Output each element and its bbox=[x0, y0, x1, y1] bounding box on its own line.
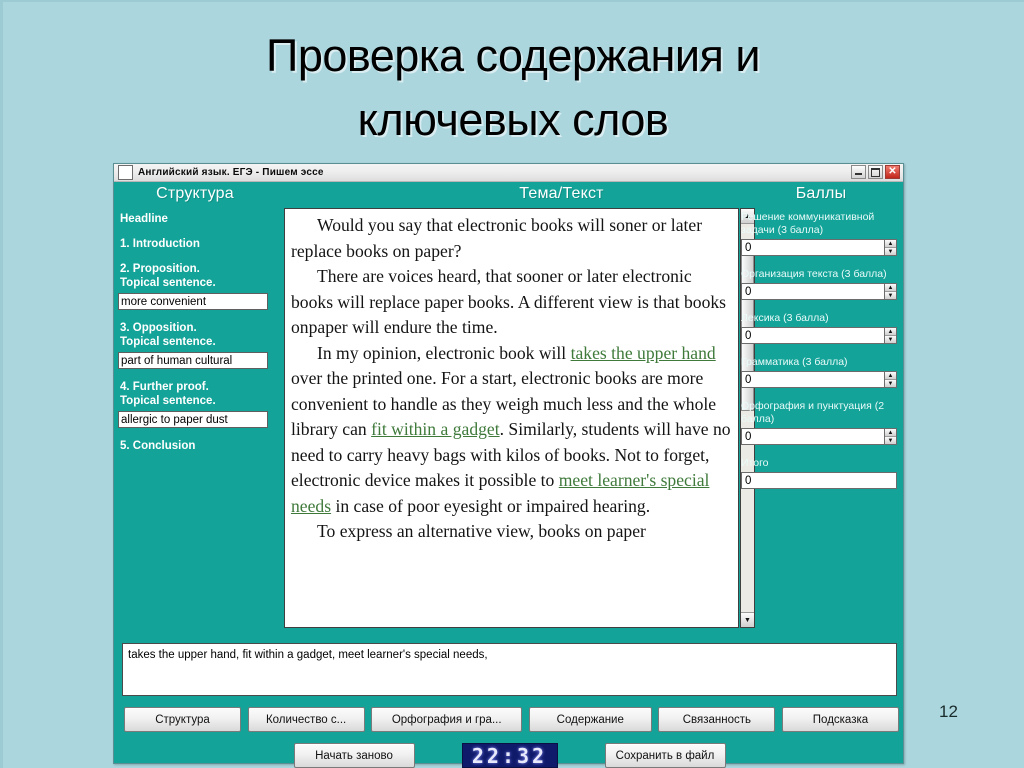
structure-check-button[interactable]: Структура bbox=[124, 707, 241, 732]
window-controls: ✕ bbox=[851, 165, 900, 179]
app-icon bbox=[118, 165, 133, 180]
spinner-spelling-punctuation[interactable]: ▲ ▼ bbox=[884, 428, 897, 445]
structure-header: Структура bbox=[156, 185, 234, 202]
minimize-icon bbox=[852, 166, 865, 178]
score-input-spelling-punctuation[interactable]: 0 bbox=[741, 428, 884, 445]
window-titlebar: Английский язык. ЕГЭ - Пишем эссе ✕ bbox=[114, 164, 903, 182]
essay-paragraph: To express an alternative view, books on… bbox=[291, 519, 732, 545]
structure-item-headline: Headline bbox=[120, 213, 168, 225]
essay-text-run: In my opinion, electronic book will bbox=[317, 342, 571, 363]
application-window: Английский язык. ЕГЭ - Пишем эссе ✕ Стру… bbox=[113, 163, 905, 768]
structure-item-opposition-sub: Topical sentence. bbox=[120, 336, 216, 348]
structure-item-proposition-sub: Topical sentence. bbox=[120, 277, 216, 289]
coherence-button[interactable]: Связанность bbox=[658, 707, 776, 732]
spinner-down-icon[interactable]: ▼ bbox=[885, 292, 896, 299]
page-title-line-2: ключевых слов bbox=[357, 93, 669, 145]
slide-page-number: 12 bbox=[939, 702, 958, 721]
word-count-button[interactable]: Количество с... bbox=[247, 707, 365, 732]
score-label-text-organization: Организация текста (3 балла) bbox=[741, 268, 887, 280]
essay-paragraph: Would you say that electronic books will… bbox=[291, 213, 732, 264]
essay-text-run: in case of poor eyesight or impaired hea… bbox=[331, 495, 651, 516]
spinner-up-icon[interactable]: ▲ bbox=[885, 240, 896, 248]
score-label-total: Итого bbox=[741, 457, 769, 469]
slide-frame: Проверка содержания и ключевых слов 12 А… bbox=[0, 0, 1024, 768]
spelling-grammar-button[interactable]: Орфография и гра... bbox=[371, 707, 523, 732]
page-title-line-1: Проверка содержания и bbox=[265, 30, 761, 81]
structure-item-opposition: 3. Opposition. bbox=[120, 322, 197, 334]
spinner-up-icon[interactable]: ▲ bbox=[885, 284, 896, 292]
score-row-spelling-punctuation: 0 ▲ ▼ bbox=[741, 428, 897, 445]
content-button[interactable]: Содержание bbox=[528, 707, 652, 732]
scores-panel: Баллы Решение коммуникативной задачи (3 … bbox=[737, 182, 905, 637]
toolbar-secondary: Начать заново 22:32 Сохранить в файл bbox=[114, 743, 905, 768]
score-row-total: 0 bbox=[741, 472, 897, 489]
structure-item-conclusion: 5. Conclusion bbox=[120, 440, 196, 452]
score-label-communicative-task: Решение коммуникативной задачи (3 балла) bbox=[741, 211, 875, 236]
essay-text-run: Would you say that electronic books will… bbox=[291, 215, 703, 261]
window-title: Английский язык. ЕГЭ - Пишем эссе bbox=[138, 167, 324, 178]
window-body: Структура Headline 1. Introduction 2. Pr… bbox=[114, 182, 905, 768]
spinner-up-icon[interactable]: ▲ bbox=[885, 328, 896, 336]
close-button[interactable]: ✕ bbox=[885, 165, 900, 179]
spinner-down-icon[interactable]: ▼ bbox=[885, 380, 896, 387]
structure-item-further-proof: 4. Further proof. bbox=[120, 381, 209, 393]
score-input-grammar[interactable]: 0 bbox=[741, 371, 884, 388]
essay-textarea[interactable]: Would you say that electronic books will… bbox=[284, 208, 739, 628]
proposition-keyword-input[interactable]: more convenient bbox=[118, 293, 268, 310]
essay-paragraph: There are voices heard, that sooner or l… bbox=[291, 264, 732, 341]
score-row-communicative-task: 0 ▲ ▼ bbox=[741, 239, 897, 256]
score-input-lexis[interactable]: 0 bbox=[741, 327, 884, 344]
page-title: Проверка содержания и ключевых слов bbox=[63, 24, 963, 152]
spinner-up-icon[interactable]: ▲ bbox=[885, 372, 896, 380]
hint-button[interactable]: Подсказка bbox=[781, 707, 899, 732]
structure-item-further-proof-sub: Topical sentence. bbox=[120, 395, 216, 407]
structure-panel: Структура Headline 1. Introduction 2. Pr… bbox=[114, 182, 276, 637]
spinner-grammar[interactable]: ▲ ▼ bbox=[884, 371, 897, 388]
score-label-spelling-punctuation: Орфография и пунктуация (2 балла) bbox=[741, 400, 885, 425]
spinner-up-icon[interactable]: ▲ bbox=[885, 429, 896, 437]
essay-text-run: To express an alternative view, books on… bbox=[317, 521, 646, 541]
spinner-down-icon[interactable]: ▼ bbox=[885, 248, 896, 255]
score-input-communicative-task[interactable]: 0 bbox=[741, 239, 884, 256]
score-input-text-organization[interactable]: 0 bbox=[741, 283, 884, 300]
structure-item-introduction: 1. Introduction bbox=[120, 238, 200, 250]
score-row-text-organization: 0 ▲ ▼ bbox=[741, 283, 897, 300]
essay-keyword-highlight[interactable]: takes the upper hand bbox=[571, 343, 716, 363]
restore-button[interactable] bbox=[868, 165, 883, 179]
structure-item-proposition: 2. Proposition. bbox=[120, 263, 200, 275]
spinner-lexis[interactable]: ▲ ▼ bbox=[884, 327, 897, 344]
save-to-file-button[interactable]: Сохранить в файл bbox=[604, 743, 726, 768]
essay-keyword-highlight[interactable]: fit within a gadget bbox=[371, 419, 500, 439]
restart-button[interactable]: Начать заново bbox=[293, 743, 415, 768]
essay-paragraph: In my opinion, electronic book will take… bbox=[291, 341, 732, 520]
essay-text-run: There are voices heard, that sooner or l… bbox=[291, 266, 727, 337]
spinner-down-icon[interactable]: ▼ bbox=[885, 336, 896, 343]
close-icon: ✕ bbox=[888, 166, 897, 177]
score-row-grammar: 0 ▲ ▼ bbox=[741, 371, 897, 388]
score-input-total: 0 bbox=[741, 472, 897, 489]
further-proof-keyword-input[interactable]: allergic to paper dust bbox=[118, 411, 268, 428]
opposition-keyword-input[interactable]: part of human cultural bbox=[118, 352, 268, 369]
spinner-down-icon[interactable]: ▼ bbox=[885, 437, 896, 444]
restore-icon bbox=[869, 166, 882, 178]
keywords-textarea[interactable]: takes the upper hand, fit within a gadge… bbox=[122, 643, 897, 696]
score-row-lexis: 0 ▲ ▼ bbox=[741, 327, 897, 344]
countdown-timer: 22:32 bbox=[461, 743, 558, 768]
score-label-lexis: Лексика (3 балла) bbox=[741, 312, 829, 324]
minimize-button[interactable] bbox=[851, 165, 866, 179]
score-label-grammar: Грамматика (3 балла) bbox=[741, 356, 848, 368]
toolbar-primary: Структура Количество с... Орфография и г… bbox=[124, 707, 899, 732]
scores-header: Баллы bbox=[795, 185, 847, 202]
spinner-text-organization[interactable]: ▲ ▼ bbox=[884, 283, 897, 300]
spinner-communicative-task[interactable]: ▲ ▼ bbox=[884, 239, 897, 256]
